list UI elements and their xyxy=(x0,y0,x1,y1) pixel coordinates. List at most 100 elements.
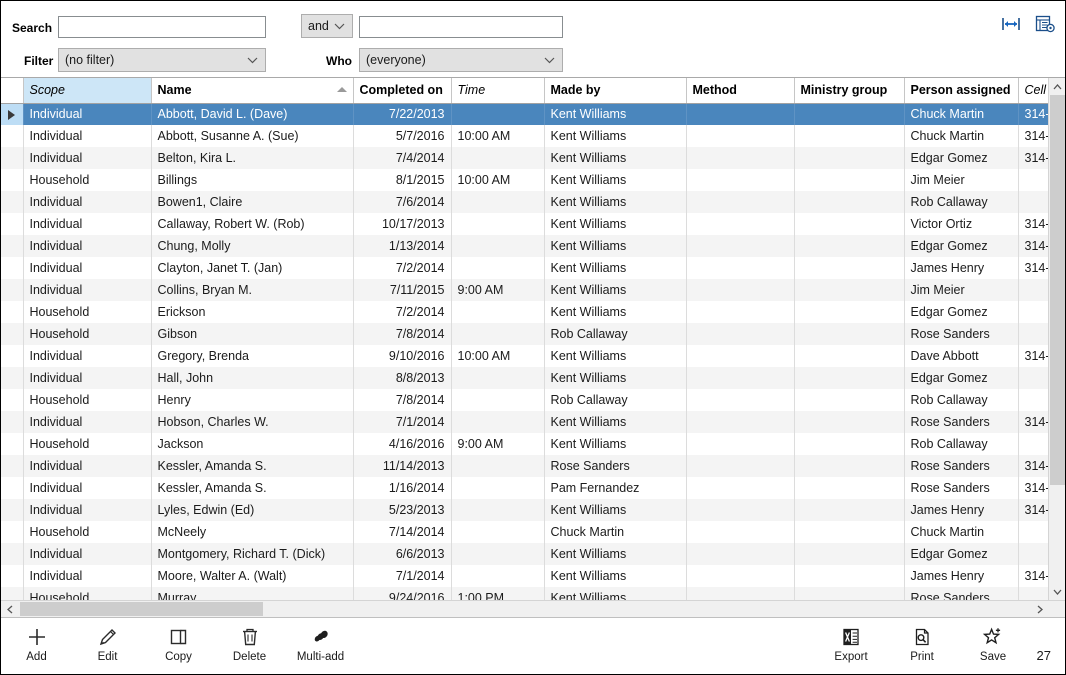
row-selector-cell[interactable] xyxy=(1,235,23,257)
row-selector-cell[interactable] xyxy=(1,169,23,191)
export-button[interactable]: Export xyxy=(816,624,887,663)
row-selector-cell[interactable] xyxy=(1,301,23,323)
edit-button[interactable]: Edit xyxy=(72,624,143,663)
cell-text: 7/11/2015 xyxy=(390,283,445,297)
table-row[interactable]: IndividualKessler, Amanda S.1/16/2014Pam… xyxy=(1,477,1048,499)
table-row[interactable]: IndividualHobson, Charles W.7/1/2014Kent… xyxy=(1,411,1048,433)
print-button[interactable]: Print xyxy=(887,624,958,663)
add-button[interactable]: Add xyxy=(1,624,72,663)
row-selector-cell[interactable] xyxy=(1,213,23,235)
table-row[interactable]: HouseholdMcNeely7/14/2014Chuck MartinChu… xyxy=(1,521,1048,543)
column-header-cell[interactable]: Cell xyxy=(1018,78,1048,103)
column-header-name[interactable]: Name xyxy=(151,78,353,103)
cell-text: Gibson xyxy=(158,327,198,341)
fit-columns-icon[interactable] xyxy=(1001,16,1021,32)
row-selector-cell[interactable] xyxy=(1,389,23,411)
row-selector-cell[interactable] xyxy=(1,191,23,213)
search-input[interactable] xyxy=(58,16,266,38)
filter-select[interactable]: (no filter) xyxy=(58,48,266,72)
scroll-right-button[interactable] xyxy=(1031,601,1048,617)
table-row[interactable]: IndividualHall, John8/8/2013Kent William… xyxy=(1,367,1048,389)
multi-add-button[interactable]: Multi-add xyxy=(285,624,356,663)
row-selector-cell[interactable] xyxy=(1,455,23,477)
operator-select[interactable]: and xyxy=(301,14,353,38)
secondary-search-input[interactable] xyxy=(359,16,563,38)
cell-scope: Individual xyxy=(23,455,151,477)
cell-madeby: Rob Callaway xyxy=(544,323,686,345)
copy-button[interactable]: Copy xyxy=(143,624,214,663)
row-selector-cell[interactable] xyxy=(1,147,23,169)
grid-header-row: ScopeNameCompleted onTimeMade byMethodMi… xyxy=(1,78,1048,103)
row-selector-cell[interactable] xyxy=(1,367,23,389)
table-row[interactable]: IndividualAbbott, David L. (Dave)7/22/20… xyxy=(1,103,1048,125)
column-header-method[interactable]: Method xyxy=(686,78,794,103)
cell-cell xyxy=(1018,521,1048,543)
row-selector-cell[interactable] xyxy=(1,411,23,433)
cell-time xyxy=(451,191,544,213)
cell-text: 9:00 AM xyxy=(458,437,504,451)
scroll-down-button[interactable] xyxy=(1049,583,1065,600)
table-row[interactable]: IndividualClayton, Janet T. (Jan)7/2/201… xyxy=(1,257,1048,279)
table-row[interactable]: HouseholdHenry7/8/2014Rob CallawayRob Ca… xyxy=(1,389,1048,411)
table-row[interactable]: IndividualMontgomery, Richard T. (Dick)6… xyxy=(1,543,1048,565)
table-row[interactable]: IndividualMoore, Walter A. (Walt)7/1/201… xyxy=(1,565,1048,587)
cell-madeby: Kent Williams xyxy=(544,411,686,433)
cell-person: James Henry xyxy=(904,257,1018,279)
column-header-scope[interactable]: Scope xyxy=(23,78,151,103)
table-row[interactable]: HouseholdBillings8/1/201510:00 AMKent Wi… xyxy=(1,169,1048,191)
vertical-scrollbar[interactable] xyxy=(1048,78,1065,600)
table-row[interactable]: IndividualBelton, Kira L.7/4/2014Kent Wi… xyxy=(1,147,1048,169)
table-row[interactable]: IndividualChung, Molly1/13/2014Kent Will… xyxy=(1,235,1048,257)
row-selector-cell[interactable] xyxy=(1,257,23,279)
scroll-up-button[interactable] xyxy=(1049,78,1065,95)
who-select[interactable]: (everyone) xyxy=(359,48,563,72)
column-header-person[interactable]: Person assigned xyxy=(904,78,1018,103)
row-selector-cell[interactable] xyxy=(1,587,23,600)
row-selector-cell[interactable] xyxy=(1,499,23,521)
cell-madeby: Pam Fernandez xyxy=(544,477,686,499)
cell-name: Billings xyxy=(151,169,353,191)
column-header-madeby[interactable]: Made by xyxy=(544,78,686,103)
table-row[interactable]: HouseholdMurray9/24/20161:00 PMKent Will… xyxy=(1,587,1048,600)
column-settings-icon[interactable] xyxy=(1035,15,1055,33)
table-row[interactable]: IndividualKessler, Amanda S.11/14/2013Ro… xyxy=(1,455,1048,477)
column-header-group[interactable]: Ministry group xyxy=(794,78,904,103)
row-selector-cell[interactable] xyxy=(1,345,23,367)
save-button[interactable]: Save xyxy=(958,624,1029,663)
cell-cell xyxy=(1018,191,1048,213)
row-selector-cell[interactable] xyxy=(1,565,23,587)
table-row[interactable]: IndividualCollins, Bryan M.7/11/20159:00… xyxy=(1,279,1048,301)
cell-scope: Individual xyxy=(23,235,151,257)
row-selector-cell[interactable] xyxy=(1,543,23,565)
row-selector-cell[interactable] xyxy=(1,521,23,543)
table-row[interactable]: IndividualAbbott, Susanne A. (Sue)5/7/20… xyxy=(1,125,1048,147)
column-header-date[interactable]: Completed on xyxy=(353,78,451,103)
cell-name: Erickson xyxy=(151,301,353,323)
row-selector-cell[interactable] xyxy=(1,477,23,499)
cell-madeby: Kent Williams xyxy=(544,367,686,389)
table-row[interactable]: IndividualLyles, Edwin (Ed)5/23/2013Kent… xyxy=(1,499,1048,521)
chevron-down-icon xyxy=(334,15,345,30)
cell-cell xyxy=(1018,323,1048,345)
cell-time xyxy=(451,323,544,345)
table-row[interactable]: HouseholdErickson7/2/2014Kent WilliamsEd… xyxy=(1,301,1048,323)
horizontal-scroll-thumb[interactable] xyxy=(20,602,263,616)
table-row[interactable]: IndividualCallaway, Robert W. (Rob)10/17… xyxy=(1,213,1048,235)
row-selector-cell[interactable] xyxy=(1,323,23,345)
scroll-left-button[interactable] xyxy=(1,601,18,617)
table-row[interactable]: IndividualBowen1, Claire7/6/2014Kent Wil… xyxy=(1,191,1048,213)
cell-madeby: Chuck Martin xyxy=(544,521,686,543)
cell-text: 314-9 xyxy=(1025,129,1049,143)
row-selector-cell[interactable] xyxy=(1,103,23,125)
vertical-scroll-thumb[interactable] xyxy=(1050,95,1065,485)
row-selector-cell[interactable] xyxy=(1,125,23,147)
column-header-time[interactable]: Time xyxy=(451,78,544,103)
table-row[interactable]: HouseholdGibson7/8/2014Rob CallawayRose … xyxy=(1,323,1048,345)
cell-method xyxy=(686,521,794,543)
table-row[interactable]: IndividualGregory, Brenda9/10/201610:00 … xyxy=(1,345,1048,367)
row-selector-cell[interactable] xyxy=(1,433,23,455)
row-selector-cell[interactable] xyxy=(1,279,23,301)
delete-button[interactable]: Delete xyxy=(214,624,285,663)
horizontal-scrollbar[interactable] xyxy=(1,600,1065,617)
table-row[interactable]: HouseholdJackson4/16/20169:00 AMKent Wil… xyxy=(1,433,1048,455)
